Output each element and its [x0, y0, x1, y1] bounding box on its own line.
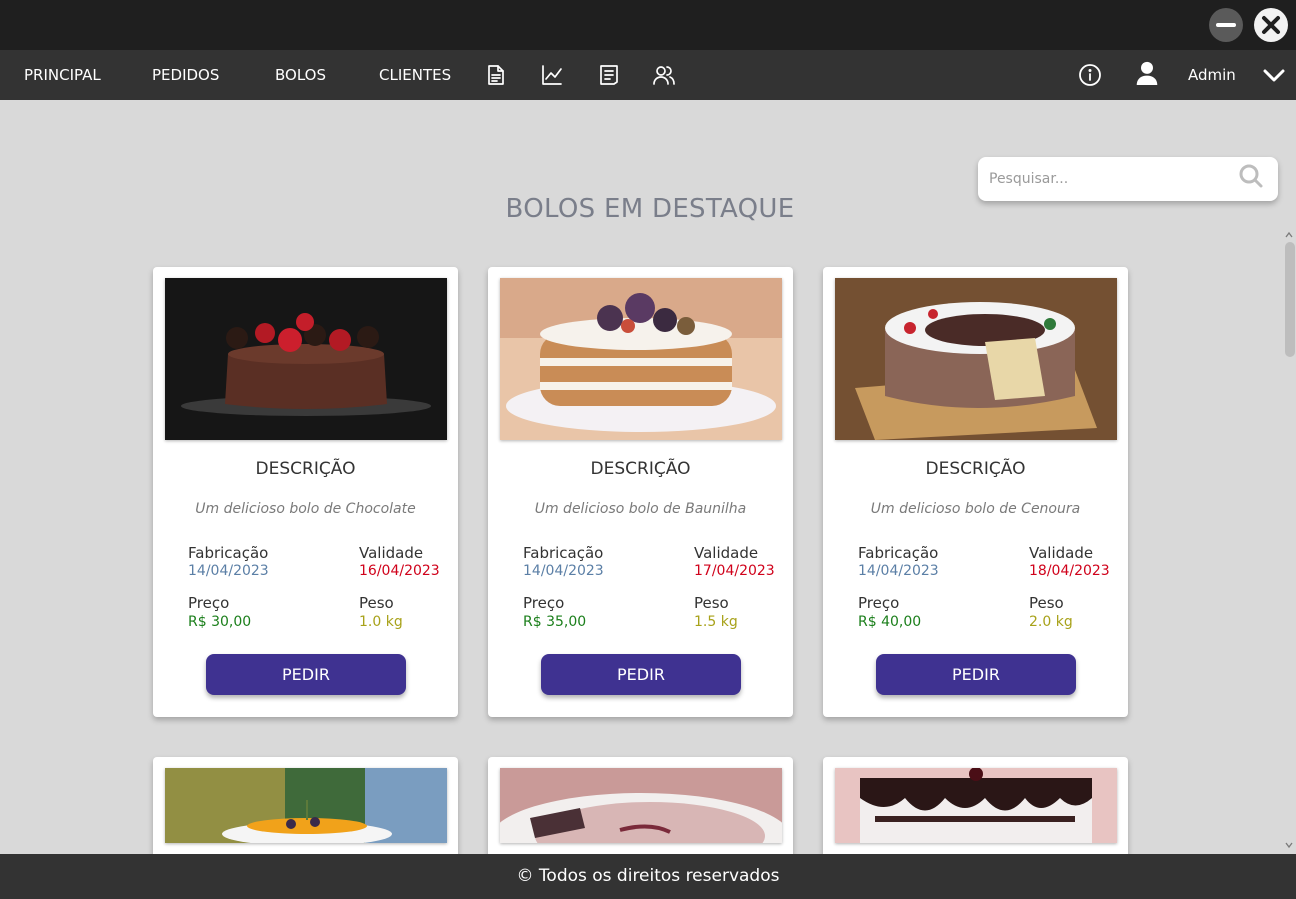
user-name-label[interactable]: Admin: [1188, 50, 1236, 100]
expiry-date: 17/04/2023: [694, 563, 775, 579]
fabrication-label: Fabricação: [858, 544, 939, 562]
price-value: R$ 30,00: [188, 614, 252, 630]
price-label: Preço: [523, 594, 565, 612]
main-navbar: PRINCIPAL PEDIDOS BOLOS CLIENTES Admin: [0, 50, 1296, 100]
chevron-down-icon[interactable]: [1262, 63, 1286, 87]
cake-image: [835, 278, 1117, 440]
cake-card: DESCRIÇÃO Um delicioso bolo de Baunilha …: [488, 267, 793, 717]
fabrication-label: Fabricação: [188, 544, 269, 562]
list-icon[interactable]: [597, 63, 621, 87]
document-icon[interactable]: [484, 63, 508, 87]
cake-image: [835, 768, 1117, 843]
expiry-label: Validade: [359, 544, 424, 562]
cake-description: Um delicioso bolo de Baunilha: [534, 501, 747, 517]
nav-item-principal[interactable]: PRINCIPAL: [24, 50, 101, 100]
page-title: BOLOS EM DESTAQUE: [505, 194, 795, 224]
scroll-down-icon[interactable]: [1284, 840, 1294, 850]
users-icon[interactable]: [652, 63, 676, 87]
fabrication-date: 14/04/2023: [188, 563, 269, 579]
cake-card: DESCRIÇÃO Um delicioso bolo de Cenoura F…: [823, 267, 1128, 717]
search-icon[interactable]: [1238, 163, 1264, 193]
weight-value: 2.0 kg: [1029, 614, 1073, 630]
search-input[interactable]: [989, 168, 1229, 190]
expiry-label: Validade: [694, 544, 759, 562]
cake-card: [488, 757, 793, 854]
weight-label: Peso: [694, 594, 729, 612]
price-value: R$ 35,00: [523, 614, 587, 630]
window-titlebar: [0, 0, 1296, 50]
expiry-date: 16/04/2023: [359, 563, 440, 579]
scrollbar-thumb[interactable]: [1285, 242, 1295, 357]
cake-card: DESCRIÇÃO Um delicioso bolo de Chocolate…: [153, 267, 458, 717]
description-heading: DESCRIÇÃO: [925, 459, 1026, 479]
price-label: Preço: [188, 594, 230, 612]
order-button[interactable]: PEDIR: [876, 654, 1076, 695]
fabrication-date: 14/04/2023: [523, 563, 604, 579]
expiry-label: Validade: [1029, 544, 1094, 562]
close-icon[interactable]: [1254, 8, 1288, 42]
fabrication-date: 14/04/2023: [858, 563, 939, 579]
main-content: BOLOS EM DESTAQUE DESCRIÇÃO Um delicioso…: [0, 100, 1296, 854]
expiry-date: 18/04/2023: [1029, 563, 1110, 579]
user-icon[interactable]: [1135, 61, 1161, 89]
cake-image: [500, 278, 782, 440]
weight-label: Peso: [359, 594, 394, 612]
minimize-icon[interactable]: [1209, 8, 1243, 42]
info-icon[interactable]: [1078, 63, 1102, 87]
nav-item-bolos[interactable]: BOLOS: [275, 50, 326, 100]
footer: © Todos os direitos reservados: [0, 854, 1296, 899]
weight-value: 1.0 kg: [359, 614, 403, 630]
price-value: R$ 40,00: [858, 614, 922, 630]
vertical-scrollbar[interactable]: [1282, 228, 1296, 854]
description-heading: DESCRIÇÃO: [255, 459, 356, 479]
cake-description: Um delicioso bolo de Cenoura: [870, 501, 1081, 517]
order-button[interactable]: PEDIR: [541, 654, 741, 695]
cake-image: [165, 768, 447, 843]
cake-card: [823, 757, 1128, 854]
cake-description: Um delicioso bolo de Chocolate: [195, 501, 416, 517]
nav-item-clientes[interactable]: CLIENTES: [379, 50, 451, 100]
fabrication-label: Fabricação: [523, 544, 604, 562]
cake-image: [165, 278, 447, 440]
cake-card: [153, 757, 458, 854]
weight-value: 1.5 kg: [694, 614, 738, 630]
nav-item-pedidos[interactable]: PEDIDOS: [152, 50, 219, 100]
order-button[interactable]: PEDIR: [206, 654, 406, 695]
cake-image: [500, 768, 782, 843]
description-heading: DESCRIÇÃO: [590, 459, 691, 479]
scroll-up-icon[interactable]: [1284, 230, 1294, 240]
price-label: Preço: [858, 594, 900, 612]
chart-line-icon[interactable]: [540, 63, 564, 87]
weight-label: Peso: [1029, 594, 1064, 612]
